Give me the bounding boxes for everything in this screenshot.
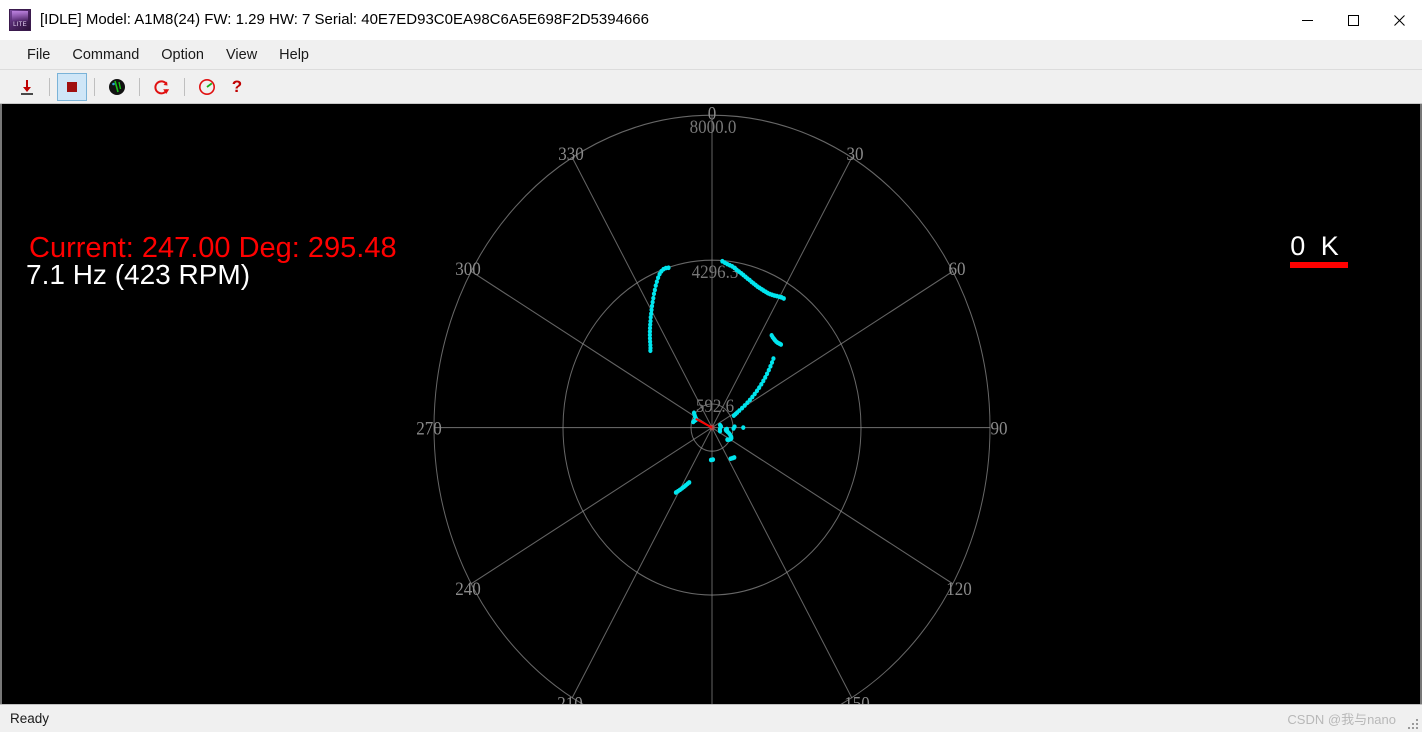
application-window: [IDLE] Model: A1M8(24) FW: 1.29 HW: 7 Se… bbox=[0, 0, 1422, 732]
scan-viewport[interactable]: 0 30 60 90 120 150 180 210 240 270 300 3… bbox=[0, 104, 1422, 704]
scan-point bbox=[725, 437, 730, 443]
minimize-icon[interactable] bbox=[1284, 0, 1330, 40]
sample-count-bar bbox=[1290, 262, 1348, 269]
motor-speed-icon bbox=[199, 78, 215, 95]
start-scan-icon bbox=[109, 78, 125, 95]
menu-item-file[interactable]: File bbox=[16, 44, 61, 66]
menu-bar: File Command Option View Help bbox=[0, 40, 1422, 70]
angle-label-270: 270 bbox=[416, 417, 442, 438]
force-scan-button[interactable] bbox=[147, 73, 177, 101]
angle-label-300: 300 bbox=[455, 258, 481, 279]
menu-item-command[interactable]: Command bbox=[61, 44, 150, 66]
angle-label-210: 210 bbox=[557, 693, 583, 704]
angle-label-120: 120 bbox=[946, 578, 972, 599]
start-scan-button[interactable] bbox=[102, 73, 132, 101]
help-button[interactable]: ? bbox=[224, 77, 250, 97]
scan-point bbox=[717, 428, 723, 434]
save-scan-button[interactable] bbox=[12, 73, 42, 101]
window-controls bbox=[1284, 0, 1422, 40]
title-bar: [IDLE] Model: A1M8(24) FW: 1.29 HW: 7 Se… bbox=[0, 0, 1422, 40]
angle-label-240: 240 bbox=[455, 578, 481, 599]
sample-count: 0 K bbox=[1285, 231, 1348, 269]
app-icon bbox=[9, 8, 31, 31]
toolbar-separator bbox=[94, 77, 95, 96]
status-text: Ready bbox=[10, 711, 50, 726]
toolbar-separator bbox=[139, 77, 140, 96]
scan-point bbox=[652, 287, 657, 293]
scan-point bbox=[650, 299, 655, 305]
stop-scan-button[interactable] bbox=[57, 72, 87, 101]
menu-item-option[interactable]: Option bbox=[150, 44, 215, 66]
angle-label-60: 60 bbox=[949, 258, 966, 279]
scan-point bbox=[651, 291, 657, 297]
angle-label-30: 30 bbox=[847, 143, 864, 164]
toolbar-separator bbox=[49, 77, 50, 96]
polar-plot: 0 30 60 90 120 150 180 210 240 270 300 3… bbox=[416, 104, 1008, 704]
scan-point bbox=[781, 296, 786, 301]
scan-point bbox=[731, 413, 736, 418]
motor-speed-button[interactable] bbox=[192, 73, 222, 101]
menu-item-view[interactable]: View bbox=[215, 44, 268, 66]
scan-point bbox=[741, 425, 746, 430]
resize-grip-icon[interactable] bbox=[1407, 718, 1419, 730]
save-scan-icon bbox=[21, 79, 33, 95]
scan-point bbox=[728, 456, 733, 462]
maximize-icon[interactable] bbox=[1330, 0, 1376, 40]
scan-point-cloud bbox=[647, 258, 786, 495]
angle-label-90: 90 bbox=[991, 417, 1008, 438]
scan-point bbox=[778, 342, 784, 347]
angle-label-330: 330 bbox=[558, 143, 584, 164]
close-icon[interactable] bbox=[1376, 0, 1422, 40]
sample-count-label: 0 K bbox=[1290, 231, 1343, 261]
stop-scan-icon bbox=[67, 81, 77, 92]
radius-label-inner: 592.6 bbox=[696, 395, 734, 416]
scan-point bbox=[651, 295, 656, 301]
scan-rate-label: 7.1 Hz (423 RPM) bbox=[26, 259, 251, 290]
scan-point bbox=[731, 426, 736, 431]
watermark-label: CSDN @我与nano bbox=[1287, 712, 1396, 727]
toolbar: ? bbox=[0, 70, 1422, 104]
menu-item-help[interactable]: Help bbox=[268, 44, 320, 66]
scan-point bbox=[691, 410, 697, 416]
window-title: [IDLE] Model: A1M8(24) FW: 1.29 HW: 7 Se… bbox=[40, 11, 649, 28]
toolbar-separator bbox=[184, 77, 185, 96]
scan-point bbox=[666, 265, 671, 271]
radius-label-outer: 8000.0 bbox=[690, 116, 737, 137]
scan-point bbox=[708, 457, 714, 463]
scan-point bbox=[673, 490, 679, 495]
angle-label-150: 150 bbox=[844, 693, 870, 704]
status-bar: Ready CSDN @我与nano bbox=[0, 704, 1422, 732]
force-scan-icon bbox=[154, 79, 170, 94]
